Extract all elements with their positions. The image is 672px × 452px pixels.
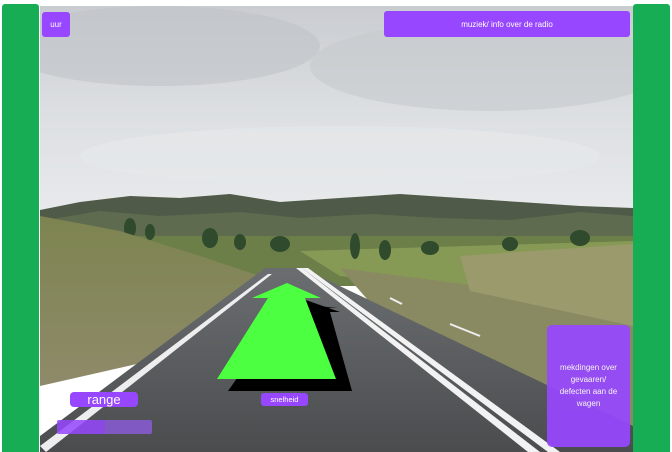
radio-info-button[interactable]: muziek/ info over de radio bbox=[384, 11, 630, 37]
left-side-panel bbox=[2, 4, 39, 452]
warnings-line: mekdingen over bbox=[560, 363, 617, 372]
clock-button[interactable]: uur bbox=[42, 12, 70, 37]
road-camera-view bbox=[40, 6, 633, 452]
warnings-line: wagen bbox=[576, 399, 601, 408]
speed-label: snelheid bbox=[261, 393, 308, 406]
warnings-line: defecten aan de bbox=[559, 387, 618, 396]
range-bar bbox=[57, 420, 152, 434]
right-side-panel bbox=[633, 4, 670, 452]
warnings-line: gevaaren/ bbox=[570, 375, 607, 384]
range-label: range bbox=[70, 392, 138, 407]
range-fill bbox=[57, 420, 105, 434]
warnings-panel[interactable]: mekdingen over gevaaren/ defecten aan de… bbox=[547, 325, 630, 447]
